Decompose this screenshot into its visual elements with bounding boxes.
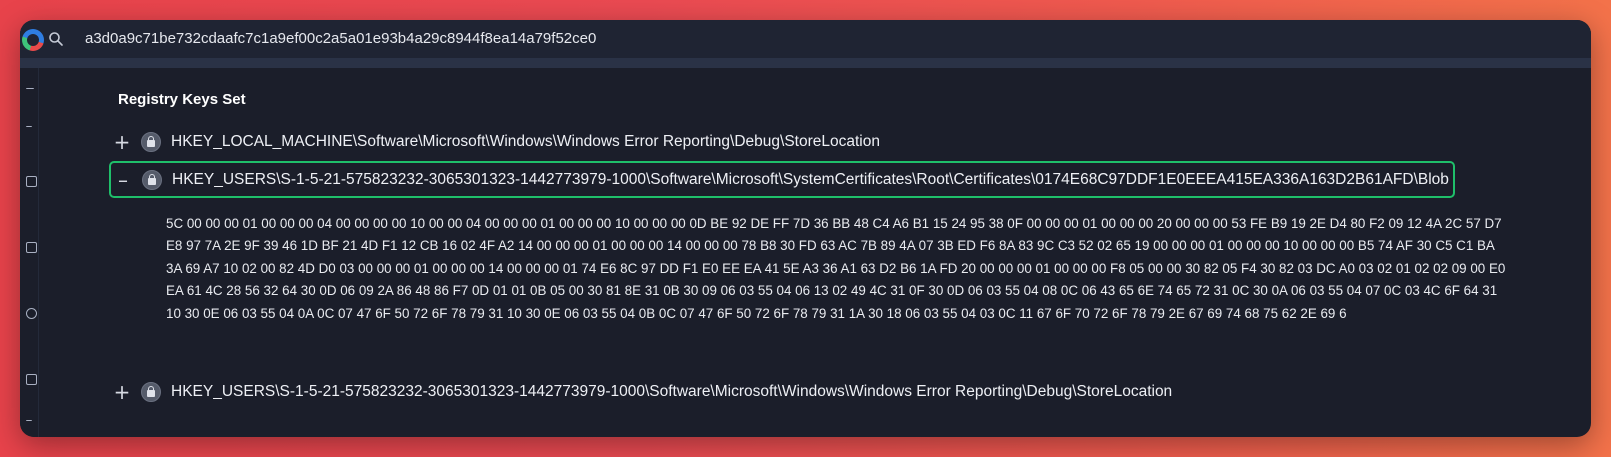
registry-value-hex: 5C 00 00 00 01 00 00 00 04 00 00 00 00 1… xyxy=(166,216,1506,321)
app-logo-icon xyxy=(22,29,44,51)
registry-key-path: HKEY_LOCAL_MACHINE\Software\Microsoft\Wi… xyxy=(171,133,880,150)
sidebar-dash-icon[interactable] xyxy=(26,126,32,128)
sidebar-circle-icon[interactable] xyxy=(26,308,37,319)
registry-key-path: HKEY_USERS\S-1-5-21-575823232-3065301323… xyxy=(171,383,1173,400)
expand-plus-icon[interactable]: + xyxy=(113,132,131,152)
registry-key-icon xyxy=(141,132,161,152)
registry-key-path: HKEY_USERS\S-1-5-21-575823232-3065301323… xyxy=(172,170,1449,188)
sidebar-line-icon[interactable] xyxy=(26,420,32,422)
sidebar-chevron-icon[interactable] xyxy=(26,88,34,90)
app-window: a3d0a9c71be732cdaafc7c1a9ef00c2a5a01e93b… xyxy=(20,20,1591,437)
sidebar-grid-icon[interactable] xyxy=(26,176,37,187)
section-title: Registry Keys Set xyxy=(118,91,246,108)
search-bar[interactable]: a3d0a9c71be732cdaafc7c1a9ef00c2a5a01e93b… xyxy=(20,20,1591,59)
sidebar-scan-icon[interactable] xyxy=(26,242,37,253)
sidebar-screen-icon[interactable] xyxy=(26,374,37,385)
sidebar xyxy=(20,68,39,437)
header-strip xyxy=(20,58,1591,68)
registry-key-icon xyxy=(141,382,161,402)
registry-key-row[interactable]: + HKEY_LOCAL_MACHINE\Software\Microsoft\… xyxy=(110,125,880,159)
registry-key-row-selected[interactable]: – HKEY_USERS\S-1-5-21-575823232-30653013… xyxy=(109,161,1455,198)
expand-plus-icon[interactable]: + xyxy=(113,382,131,402)
search-input[interactable]: a3d0a9c71be732cdaafc7c1a9ef00c2a5a01e93b… xyxy=(85,30,596,47)
registry-key-row[interactable]: + HKEY_USERS\S-1-5-21-575823232-30653013… xyxy=(110,375,1172,409)
search-icon[interactable] xyxy=(48,31,64,47)
collapse-minus-icon[interactable]: – xyxy=(114,170,132,190)
registry-key-icon xyxy=(142,169,162,190)
